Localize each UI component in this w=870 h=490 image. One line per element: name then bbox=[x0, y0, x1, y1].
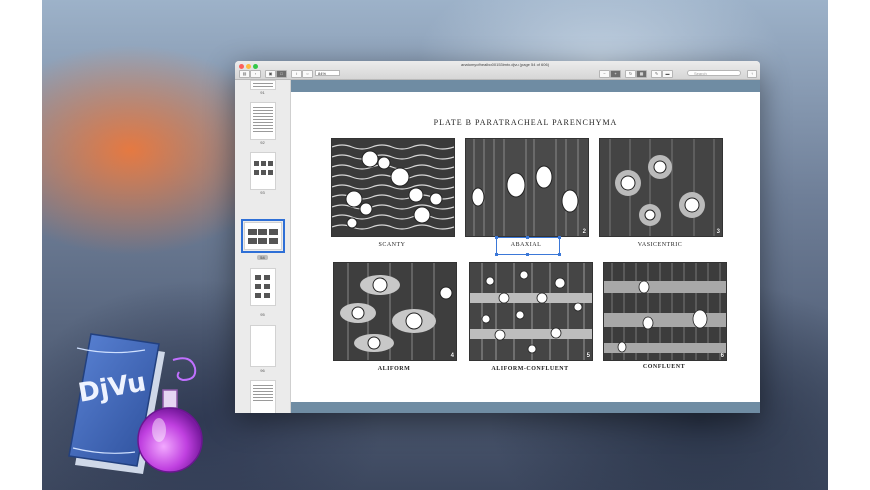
micrograph-aliform: 4 bbox=[333, 262, 457, 361]
thumbnail-page-number: 95 bbox=[260, 312, 265, 317]
sparkle-swirl-icon bbox=[172, 357, 197, 382]
highlight-button[interactable]: ▬ bbox=[662, 70, 673, 78]
back-icon: ‹ bbox=[254, 71, 257, 76]
micrograph-vasicentric: 3 bbox=[599, 138, 723, 237]
grid-icon: ▦ bbox=[639, 71, 644, 76]
thumbnail-page[interactable] bbox=[250, 325, 276, 367]
thumbnail-page-number: 93 bbox=[260, 190, 265, 195]
window-title: anatomyofhealbo00153imtx.djvu (page 54 o… bbox=[460, 62, 550, 67]
share-button[interactable]: ↑ bbox=[747, 70, 757, 78]
photo-number: 5 bbox=[586, 353, 590, 359]
zoom-button[interactable]: ○ bbox=[302, 70, 313, 78]
page-icon: □ bbox=[280, 71, 283, 76]
thumbnail-page[interactable] bbox=[250, 102, 276, 140]
thumbnail-page-number: 92 bbox=[260, 140, 265, 145]
document-viewer[interactable]: PLATE B PARATRACHEAL PARENCHYMA 2 3 SCAN… bbox=[291, 80, 760, 413]
thumbnail-page-number: 96 bbox=[260, 368, 265, 373]
caption-vasicentric: VASICENTRIC bbox=[637, 242, 683, 248]
micrograph-aliform-confluent: 5 bbox=[469, 262, 593, 361]
fit-button[interactable]: ↕ bbox=[291, 70, 302, 78]
right-margin bbox=[828, 0, 870, 490]
highlight-icon: ▬ bbox=[665, 71, 670, 76]
thumbnail-sidebar[interactable]: 91 92 93 54 95 96 bbox=[235, 80, 291, 413]
zoom-select[interactable]: 84% bbox=[315, 70, 340, 76]
back-button[interactable]: ‹ bbox=[250, 70, 261, 78]
photo-number: 4 bbox=[450, 353, 454, 359]
sidebar-icon: ▤ bbox=[242, 71, 247, 76]
pages-icon: ▣ bbox=[268, 71, 273, 76]
search-input[interactable]: Search bbox=[687, 70, 741, 76]
sidebar-toggle-button[interactable]: ▤ bbox=[239, 70, 250, 78]
djvu-app-icon bbox=[68, 333, 203, 474]
rotate-icon: ↻ bbox=[628, 71, 633, 76]
thumbnail-page[interactable] bbox=[250, 152, 276, 190]
left-margin bbox=[0, 0, 42, 490]
micrograph-confluent: 6 bbox=[603, 262, 727, 361]
fullscreen-window-button[interactable] bbox=[253, 64, 258, 69]
thumbnail-page[interactable] bbox=[250, 80, 276, 90]
caption-aliform-confluent: ALIFORM-CONFLUENT bbox=[491, 366, 569, 372]
annotate-button[interactable]: ✎ bbox=[651, 70, 662, 78]
caption-aliform: ALIFORM bbox=[377, 366, 411, 372]
view-mode-button[interactable]: ▦ bbox=[636, 70, 647, 78]
text-selection-box[interactable] bbox=[495, 236, 561, 256]
photo-number: 2 bbox=[582, 229, 586, 235]
thumbnail-page-selected[interactable] bbox=[241, 219, 285, 253]
caption-confluent: CONFLUENT bbox=[642, 364, 686, 370]
minimize-window-button[interactable] bbox=[246, 64, 251, 69]
fit-icon: ↕ bbox=[295, 71, 298, 76]
micrograph-scanty bbox=[331, 138, 455, 237]
single-page-button[interactable]: □ bbox=[276, 70, 287, 78]
rotate-button[interactable]: ↻ bbox=[625, 70, 636, 78]
pencil-icon: ✎ bbox=[654, 71, 659, 76]
djvu-viewer-window: anatomyofhealbo00153imtx.djvu (page 54 o… bbox=[235, 61, 760, 413]
caption-scanty: SCANTY bbox=[378, 242, 406, 248]
thumbnail-page[interactable] bbox=[250, 380, 276, 413]
current-page-badge: 54 bbox=[257, 255, 268, 260]
zoom-out-button[interactable]: − bbox=[599, 70, 610, 78]
plate-title: PLATE B PARATRACHEAL PARENCHYMA bbox=[433, 118, 618, 127]
close-window-button[interactable] bbox=[239, 64, 244, 69]
magnifier-icon: ○ bbox=[306, 71, 309, 76]
photo-number: 6 bbox=[720, 353, 724, 359]
titlebar: anatomyofhealbo00153imtx.djvu (page 54 o… bbox=[235, 61, 760, 80]
thumbnail-page[interactable] bbox=[250, 268, 276, 306]
thumbnail-page-number: 91 bbox=[260, 90, 265, 95]
document-page: PLATE B PARATRACHEAL PARENCHYMA 2 3 SCAN… bbox=[291, 92, 760, 402]
micrograph-abaxial: 2 bbox=[465, 138, 589, 237]
zoom-in-button[interactable]: + bbox=[610, 70, 621, 78]
continuous-view-button[interactable]: ▣ bbox=[265, 70, 276, 78]
photo-number: 3 bbox=[716, 229, 720, 235]
